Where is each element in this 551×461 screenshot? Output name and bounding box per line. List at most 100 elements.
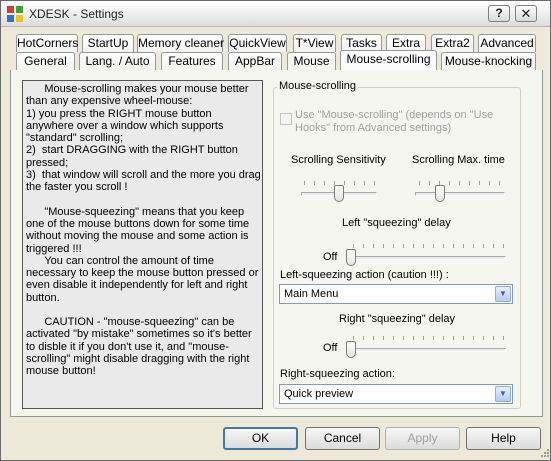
- title-bar[interactable]: XDESK - Settings ? ✕: [1, 1, 550, 27]
- mouse-scrolling-group: [273, 87, 521, 409]
- slider-tick: [443, 244, 444, 248]
- right-action-label: Right-squeezing action:: [280, 368, 395, 380]
- slider-tick: [433, 244, 434, 248]
- resize-grip-icon[interactable]: [538, 448, 550, 460]
- slider-tick: [463, 336, 464, 340]
- slider-tick: [429, 181, 430, 185]
- slider-tick: [413, 244, 414, 248]
- info-text-box[interactable]: Mouse-scrolling makes your mouse better …: [22, 80, 263, 409]
- slider-track: [346, 348, 506, 352]
- slider-tick: [463, 244, 464, 248]
- info-text: Mouse-scrolling makes your mouse better …: [26, 83, 262, 390]
- slider-tick: [479, 181, 480, 185]
- slider-tick: [493, 244, 494, 248]
- use-mouse-scrolling-label: Use "Mouse-scrolling" (depends on "Use H…: [295, 109, 494, 134]
- slider-tick: [373, 244, 374, 248]
- slider-tick: [453, 244, 454, 248]
- slider-tick: [493, 336, 494, 340]
- slider-tick: [383, 336, 384, 340]
- slider-tick: [423, 244, 424, 248]
- ok-button[interactable]: OK: [223, 427, 298, 450]
- slider-tick: [353, 244, 354, 248]
- slider-tick: [489, 181, 490, 185]
- slider-tick: [363, 336, 364, 340]
- left-delay-off-label: Off: [323, 251, 338, 263]
- slider-tick: [443, 336, 444, 340]
- slider-track: [346, 256, 506, 260]
- slider-tick: [413, 336, 414, 340]
- slider-tick: [449, 181, 450, 185]
- tab-memory-cleaner[interactable]: Memory cleaner: [137, 34, 224, 52]
- slider-thumb[interactable]: [346, 341, 356, 358]
- slider-tick: [483, 336, 484, 340]
- tab-features[interactable]: Features: [161, 52, 223, 70]
- tab-quickview[interactable]: QuickView: [228, 34, 287, 52]
- slider-tick: [304, 181, 305, 185]
- slider-tick: [403, 244, 404, 248]
- scroll-max-time-label: Scrolling Max. time: [412, 154, 505, 166]
- slider-tick: [324, 181, 325, 185]
- tab-appbar[interactable]: AppBar: [228, 52, 282, 70]
- slider-tick: [373, 336, 374, 340]
- slider-tick: [469, 181, 470, 185]
- close-window-button[interactable]: ✕: [515, 5, 537, 22]
- chevron-down-icon[interactable]: ▼: [495, 286, 511, 302]
- tab-extra2[interactable]: Extra2: [431, 34, 474, 52]
- right-delay-label: Right "squeezing" delay: [339, 313, 456, 325]
- slider-tick: [473, 336, 474, 340]
- xdesk-app-icon: [7, 6, 23, 22]
- left-action-label: Left-squeezing action (caution !!!) :: [280, 269, 449, 281]
- slider-track: [415, 192, 505, 196]
- left-action-value: Main Menu: [284, 288, 339, 300]
- tab-tview[interactable]: T*View: [293, 34, 336, 52]
- slider-tick: [374, 181, 375, 185]
- right-action-select[interactable]: Quick preview ▼: [279, 384, 513, 404]
- group-title: Mouse-scrolling: [277, 80, 359, 92]
- slider-tick: [499, 181, 500, 185]
- left-delay-label: Left "squeezing" delay: [342, 217, 451, 229]
- slider-tick: [314, 181, 315, 185]
- chevron-down-icon[interactable]: ▼: [495, 386, 511, 402]
- slider-tick: [403, 336, 404, 340]
- slider-tick: [419, 181, 420, 185]
- tab-general[interactable]: General: [16, 52, 75, 70]
- settings-window: XDESK - Settings ? ✕ HotCorners StartUp …: [0, 0, 551, 461]
- slider-tick: [353, 336, 354, 340]
- left-action-select[interactable]: Main Menu ▼: [279, 284, 513, 304]
- slider-tick: [354, 181, 355, 185]
- slider-tick: [453, 336, 454, 340]
- cancel-button[interactable]: Cancel: [305, 427, 380, 450]
- slider-thumb[interactable]: [435, 185, 445, 202]
- slider-thumb[interactable]: [334, 185, 344, 202]
- slider-tick: [363, 244, 364, 248]
- scroll-sensitivity-label: Scrolling Sensitivity: [291, 154, 386, 166]
- right-action-value: Quick preview: [284, 388, 354, 400]
- help-button[interactable]: Help: [466, 427, 541, 450]
- slider-tick: [433, 336, 434, 340]
- slider-tick: [364, 181, 365, 185]
- slider-tick: [503, 336, 504, 340]
- slider-tick: [459, 181, 460, 185]
- slider-thumb[interactable]: [346, 249, 356, 266]
- apply-button[interactable]: Apply: [385, 427, 460, 450]
- slider-tick: [393, 244, 394, 248]
- use-mouse-scrolling-checkbox[interactable]: [280, 113, 292, 125]
- slider-tick: [483, 244, 484, 248]
- right-delay-off-label: Off: [323, 342, 338, 354]
- window-title: XDESK - Settings: [29, 7, 124, 21]
- slider-tick: [344, 181, 345, 185]
- slider-tick: [393, 336, 394, 340]
- tab-advanced[interactable]: Advanced: [478, 34, 536, 52]
- tab-mouse[interactable]: Mouse: [287, 52, 336, 70]
- help-title-button[interactable]: ?: [488, 5, 510, 22]
- tab-hotcorners[interactable]: HotCorners: [16, 34, 78, 52]
- tab-mouse-knocking[interactable]: Mouse-knocking: [441, 52, 536, 70]
- slider-tick: [503, 244, 504, 248]
- info-paragraph-caution: CAUTION - "mouse-squeezing" can be activ…: [26, 316, 255, 378]
- slider-tick: [473, 244, 474, 248]
- tab-mouse-scrolling[interactable]: Mouse-scrolling: [340, 50, 437, 70]
- tab-lang-auto[interactable]: Lang. / Auto: [79, 52, 156, 70]
- slider-tick: [423, 336, 424, 340]
- info-paragraph-scrolling: Mouse-scrolling makes your mouse better …: [26, 83, 261, 194]
- tab-startup[interactable]: StartUp: [82, 34, 134, 52]
